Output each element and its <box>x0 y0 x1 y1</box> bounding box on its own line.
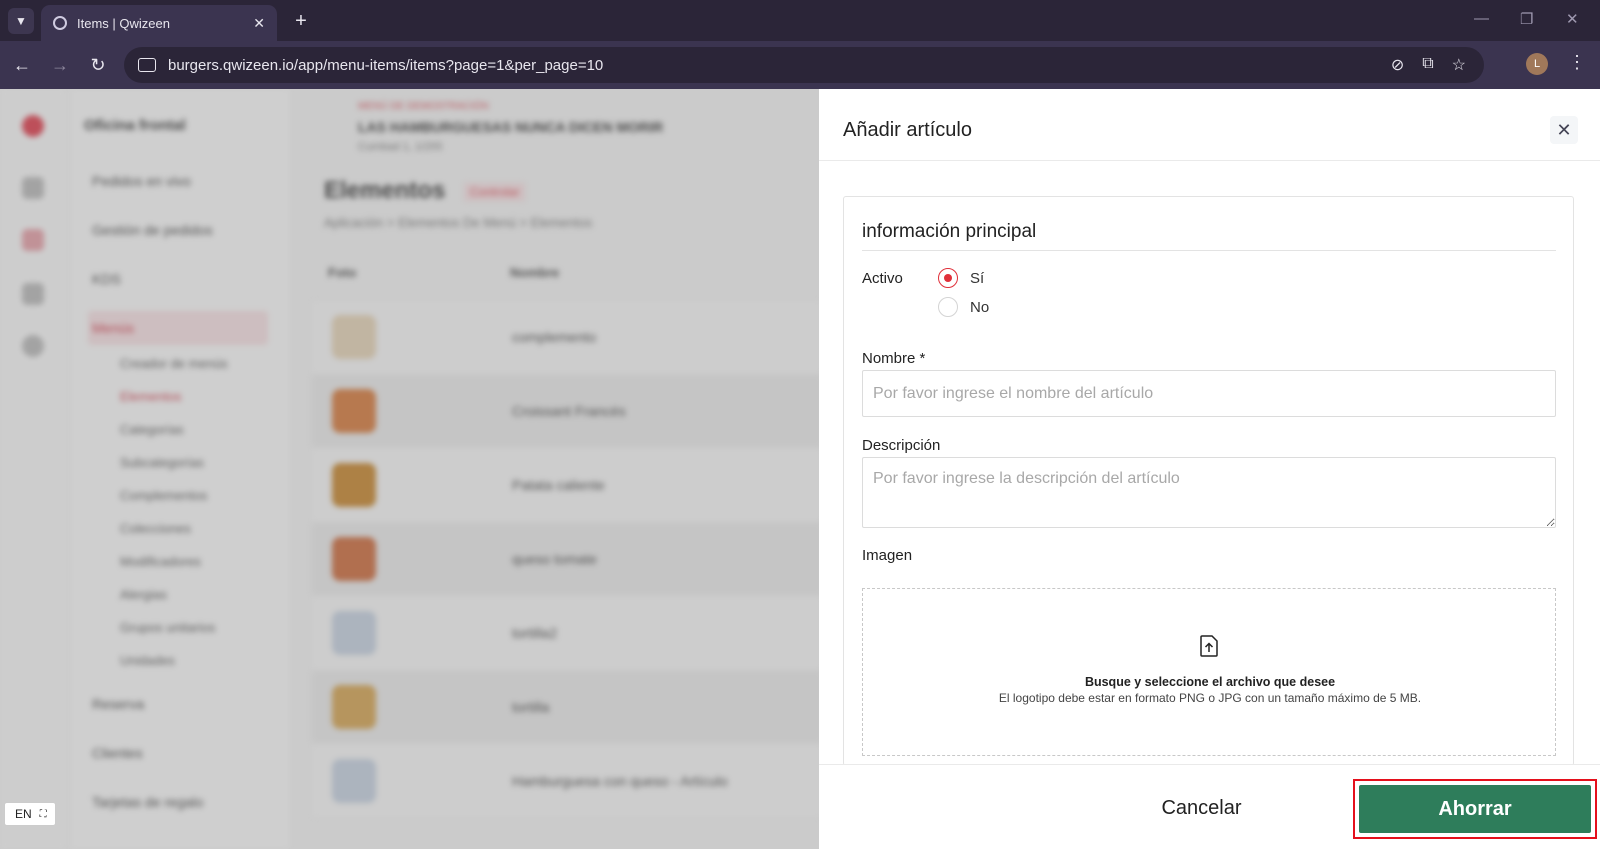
file-upload-icon <box>1200 635 1218 657</box>
divider <box>862 250 1556 251</box>
description-label: Descripción <box>862 437 941 454</box>
language-code: EN <box>15 807 32 821</box>
browser-toolbar: ← → ↻ burgers.qwizeen.io/app/menu-items/… <box>0 41 1600 89</box>
image-label: Imagen <box>862 547 913 564</box>
favicon-icon <box>53 16 67 30</box>
drawer-header: Añadir artículo ✕ <box>819 89 1600 161</box>
translate-icon[interactable]: ⧉ <box>1422 55 1433 75</box>
main-info-card: información principal Activo Sí No Nombr… <box>843 196 1574 766</box>
drawer-footer: Cancelar Ahorrar <box>819 764 1600 849</box>
tracking-protection-icon[interactable]: ⊘ <box>1391 55 1404 75</box>
upload-instruction: Busque y seleccione el archivo que desee <box>1084 675 1336 689</box>
save-button-highlight: Ahorrar <box>1353 779 1597 839</box>
cancel-button[interactable]: Cancelar <box>1119 783 1284 833</box>
close-icon: ✕ <box>1556 119 1572 140</box>
site-info-icon[interactable] <box>138 58 156 72</box>
tab-search-icon[interactable]: ▼ <box>8 8 34 34</box>
close-drawer-button[interactable]: ✕ <box>1550 116 1578 144</box>
radio-unchecked-icon <box>938 297 958 317</box>
description-textarea[interactable] <box>862 457 1556 528</box>
profile-avatar[interactable]: L <box>1526 53 1548 75</box>
name-input[interactable] <box>862 370 1556 417</box>
window-close-icon[interactable]: ✕ <box>1566 10 1579 28</box>
address-bar[interactable]: burgers.qwizeen.io/app/menu-items/items?… <box>124 47 1484 83</box>
url-text: burgers.qwizeen.io/app/menu-items/items?… <box>168 56 604 74</box>
active-no-radio[interactable]: No <box>938 297 989 317</box>
name-label: Nombre * <box>862 350 926 367</box>
restore-icon[interactable]: ❐ <box>1520 10 1533 28</box>
active-no-label: No <box>970 298 990 316</box>
image-dropzone[interactable]: Busque y seleccione el archivo que desee… <box>862 588 1556 756</box>
forward-icon[interactable]: → <box>48 53 72 77</box>
browser-tab-bar: ▼ Items | Qwizeen ✕ + — ❐ ✕ <box>0 0 1600 41</box>
upload-hint: El logotipo debe estar en formato PNG o … <box>998 691 1422 705</box>
tab-title: Items | Qwizeen <box>77 15 170 31</box>
add-item-drawer: Añadir artículo ✕ información principal … <box>819 89 1600 849</box>
modal-overlay[interactable] <box>0 89 819 849</box>
back-icon[interactable]: ← <box>10 53 34 77</box>
reload-icon[interactable]: ↻ <box>86 53 110 77</box>
save-button[interactable]: Ahorrar <box>1359 785 1591 833</box>
active-yes-label: Sí <box>970 269 985 287</box>
close-tab-icon[interactable]: ✕ <box>253 15 265 32</box>
active-yes-radio[interactable]: Sí <box>938 268 984 288</box>
expand-icon: ⛶ <box>39 808 47 820</box>
bookmark-star-icon[interactable]: ☆ <box>1452 55 1466 75</box>
radio-checked-icon <box>938 268 958 288</box>
drawer-title: Añadir artículo <box>843 119 972 141</box>
browser-menu-icon[interactable]: ⋮ <box>1568 52 1586 73</box>
section-title: información principal <box>862 221 1037 242</box>
active-label: Activo <box>862 270 903 287</box>
new-tab-icon[interactable]: + <box>288 8 314 34</box>
minimize-icon[interactable]: — <box>1474 10 1489 27</box>
language-badge[interactable]: EN ⛶ <box>4 802 56 826</box>
browser-tab[interactable]: Items | Qwizeen ✕ <box>41 5 277 41</box>
